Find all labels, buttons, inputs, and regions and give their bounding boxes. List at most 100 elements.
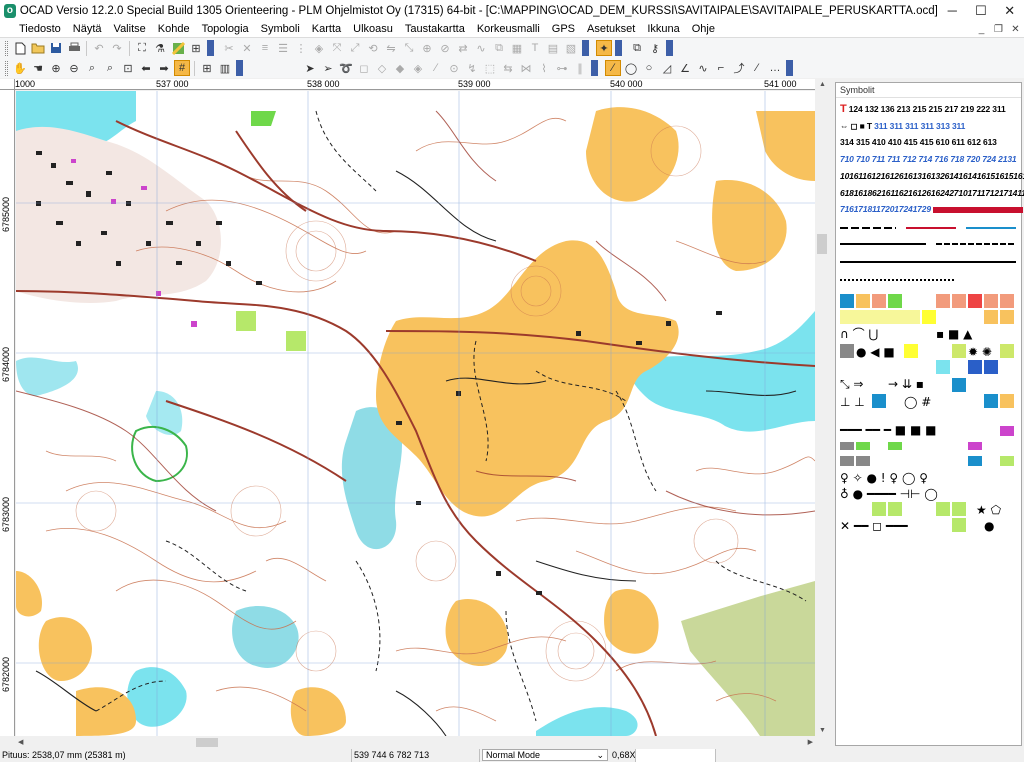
vertical-scrollbar[interactable]: ▲ ▼ bbox=[815, 79, 829, 736]
break-icon[interactable]: ⌇ bbox=[536, 60, 552, 76]
mdi-close-button[interactable]: ✕ bbox=[1007, 24, 1024, 35]
open-folder-icon[interactable] bbox=[30, 40, 46, 56]
smooth-mode-icon[interactable]: ⤴ bbox=[731, 60, 747, 76]
layout-icon[interactable]: ⊞ bbox=[199, 60, 215, 76]
map-canvas[interactable] bbox=[16, 91, 815, 736]
hand-icon[interactable]: ☚ bbox=[30, 60, 46, 76]
dash-point-icon[interactable]: ∕ bbox=[428, 60, 444, 76]
fill-icon[interactable]: ◈ bbox=[311, 40, 327, 56]
mode-dropdown[interactable]: Normal Mode ⌄ bbox=[482, 749, 608, 761]
select-object-icon[interactable]: ➤ bbox=[302, 60, 318, 76]
symbol-row[interactable]: 71617181172017241729 bbox=[836, 201, 1024, 218]
zoom-out-icon[interactable]: ⊖ bbox=[66, 60, 82, 76]
pan-icon[interactable]: ✋ bbox=[12, 60, 28, 76]
menu-topologia[interactable]: Topologia bbox=[196, 21, 255, 38]
scale-icon[interactable]: ⤡ bbox=[401, 40, 417, 56]
distribute-icon[interactable]: ⋮ bbox=[293, 40, 309, 56]
reshape-icon[interactable]: ⤢ bbox=[347, 40, 363, 56]
symbol-row[interactable]: 314 315 410 410 415 415 610 611 612 613 bbox=[836, 134, 1021, 151]
background-map-icon[interactable] bbox=[170, 40, 186, 56]
number-mode-icon[interactable]: ⌐ bbox=[713, 60, 729, 76]
lasso-icon[interactable]: ➰ bbox=[338, 60, 354, 76]
horizontal-scroll-thumb[interactable] bbox=[196, 738, 218, 747]
change-symbol-icon[interactable]: ↯ bbox=[464, 60, 480, 76]
menu-ohje[interactable]: Ohje bbox=[686, 21, 721, 38]
circle-mode-icon[interactable]: ○ bbox=[641, 60, 657, 76]
mirror-icon[interactable]: ⇋ bbox=[383, 40, 399, 56]
straight-mode-icon[interactable]: ∠ bbox=[677, 60, 693, 76]
zoom-in-icon[interactable]: ⊕ bbox=[48, 60, 64, 76]
print-icon[interactable] bbox=[66, 40, 82, 56]
menu-nayta[interactable]: Näytä bbox=[67, 21, 108, 38]
corner-node-icon[interactable]: ◈ bbox=[410, 60, 426, 76]
forward-icon[interactable]: ➡ bbox=[156, 60, 172, 76]
key-icon[interactable]: ⚷ bbox=[647, 40, 663, 56]
label-icon[interactable]: ▤ bbox=[545, 40, 561, 56]
menu-ikkuna[interactable]: Ikkuna bbox=[641, 21, 685, 38]
menu-kohde[interactable]: Kohde bbox=[152, 21, 196, 38]
zoom-window-icon[interactable]: ⌕ bbox=[84, 60, 100, 76]
new-file-icon[interactable] bbox=[12, 40, 28, 56]
symbol-row[interactable]: 710 710 711 711 712 714 716 718 720 724 … bbox=[836, 151, 1021, 168]
scroll-up-icon[interactable]: ▲ bbox=[819, 81, 826, 88]
reverse-icon[interactable]: ⇆ bbox=[500, 60, 516, 76]
menu-valitse[interactable]: Valitse bbox=[108, 21, 152, 38]
fill-make-icon[interactable]: ⬚ bbox=[482, 60, 498, 76]
redo-icon[interactable]: ↷ bbox=[109, 40, 125, 56]
zoom-selection-icon[interactable]: ⊡ bbox=[120, 60, 136, 76]
add-node-icon[interactable]: ◇ bbox=[374, 60, 390, 76]
symbol-row[interactable]: ⇔ ◻ ■ T 311 311 311 311 313 311 bbox=[836, 118, 1021, 135]
menu-taustakartta[interactable]: Taustakartta bbox=[399, 21, 471, 38]
scroll-right-icon[interactable]: ▶ bbox=[808, 738, 813, 746]
scroll-left-icon[interactable]: ◀ bbox=[18, 738, 23, 746]
symbol-row[interactable]: 1016116121612616131613261416141615161516… bbox=[836, 168, 1024, 185]
fill-area-icon[interactable]: ▦ bbox=[509, 40, 525, 56]
pointer-mode-icon[interactable]: ✦ bbox=[596, 40, 612, 56]
toolbar-grip[interactable] bbox=[5, 40, 8, 56]
menu-symboli[interactable]: Symboli bbox=[255, 21, 306, 38]
back-icon[interactable]: ⬅ bbox=[138, 60, 154, 76]
duplicate-icon[interactable]: ⧉ bbox=[491, 40, 507, 56]
menu-kartta[interactable]: Kartta bbox=[306, 21, 347, 38]
scroll-down-icon[interactable]: ▼ bbox=[819, 727, 826, 734]
menu-ulkoasu[interactable]: Ulkoasu bbox=[347, 21, 399, 38]
menu-asetukset[interactable]: Asetukset bbox=[581, 21, 641, 38]
more-tools-icon[interactable]: … bbox=[767, 60, 783, 76]
text-icon[interactable]: T bbox=[527, 40, 543, 56]
hatch-icon[interactable]: ▧ bbox=[563, 40, 579, 56]
mdi-restore-button[interactable]: ❐ bbox=[990, 24, 1007, 35]
align-icon[interactable]: ≡ bbox=[257, 40, 273, 56]
symbol-row[interactable]: 6181618621611621612616242710171171217141… bbox=[836, 185, 1024, 202]
cut-object-icon[interactable]: ✂ bbox=[221, 40, 237, 56]
horizontal-scrollbar[interactable]: ◀ ▶ bbox=[16, 736, 815, 749]
undo-icon[interactable]: ↶ bbox=[91, 40, 107, 56]
menu-korkeusmalli[interactable]: Korkeusmalli bbox=[471, 21, 546, 38]
toolbar-grip-2[interactable] bbox=[5, 60, 8, 76]
list-icon[interactable]: ☰ bbox=[275, 40, 291, 56]
sheet-icon[interactable]: ▥ bbox=[217, 60, 233, 76]
menu-gps[interactable]: GPS bbox=[546, 21, 581, 38]
select-node-icon[interactable]: ➢ bbox=[320, 60, 336, 76]
copy-icon[interactable]: ⧉ bbox=[629, 40, 645, 56]
join-icon[interactable]: ⋈ bbox=[518, 60, 534, 76]
close-button[interactable]: ✕ bbox=[995, 0, 1024, 21]
smooth-icon[interactable]: ∿ bbox=[473, 40, 489, 56]
cut-hole-icon[interactable]: ⊙ bbox=[446, 60, 462, 76]
rotate-icon[interactable]: ⟲ bbox=[365, 40, 381, 56]
orienteering-map[interactable] bbox=[16, 91, 815, 736]
measure-icon[interactable]: ⊞ bbox=[188, 40, 204, 56]
connect-icon[interactable]: ⊶ bbox=[554, 60, 570, 76]
mdi-minimize-button[interactable]: _ bbox=[973, 24, 990, 35]
rectangle-mode-icon[interactable]: ◿ bbox=[659, 60, 675, 76]
ellipse-mode-icon[interactable]: ◯ bbox=[623, 60, 639, 76]
parallel-icon[interactable]: ∥ bbox=[572, 60, 588, 76]
move-icon[interactable]: ⤧ bbox=[329, 40, 345, 56]
symbol-swatches[interactable]: ∩ ⌒ ⋃ ▪ ■ ▲ ● ◀ ■ ✹ ✺ ⤡ ⇒ → ⇊ ▪ ⊥ ⊥ ◯ # ━━━ … bbox=[836, 220, 1021, 550]
merge-icon[interactable]: ⊕ bbox=[419, 40, 435, 56]
symbol-row[interactable]: T 124 132 136 213 215 215 217 219 222 31… bbox=[836, 101, 1021, 118]
maximize-button[interactable]: ☐ bbox=[967, 0, 996, 21]
fit-view-icon[interactable]: ⛶ bbox=[134, 40, 150, 56]
menu-tiedosto[interactable]: Tiedosto bbox=[0, 21, 67, 38]
vertical-scroll-thumb[interactable] bbox=[817, 234, 827, 254]
stream-mode-icon[interactable]: ⁄ bbox=[749, 60, 765, 76]
